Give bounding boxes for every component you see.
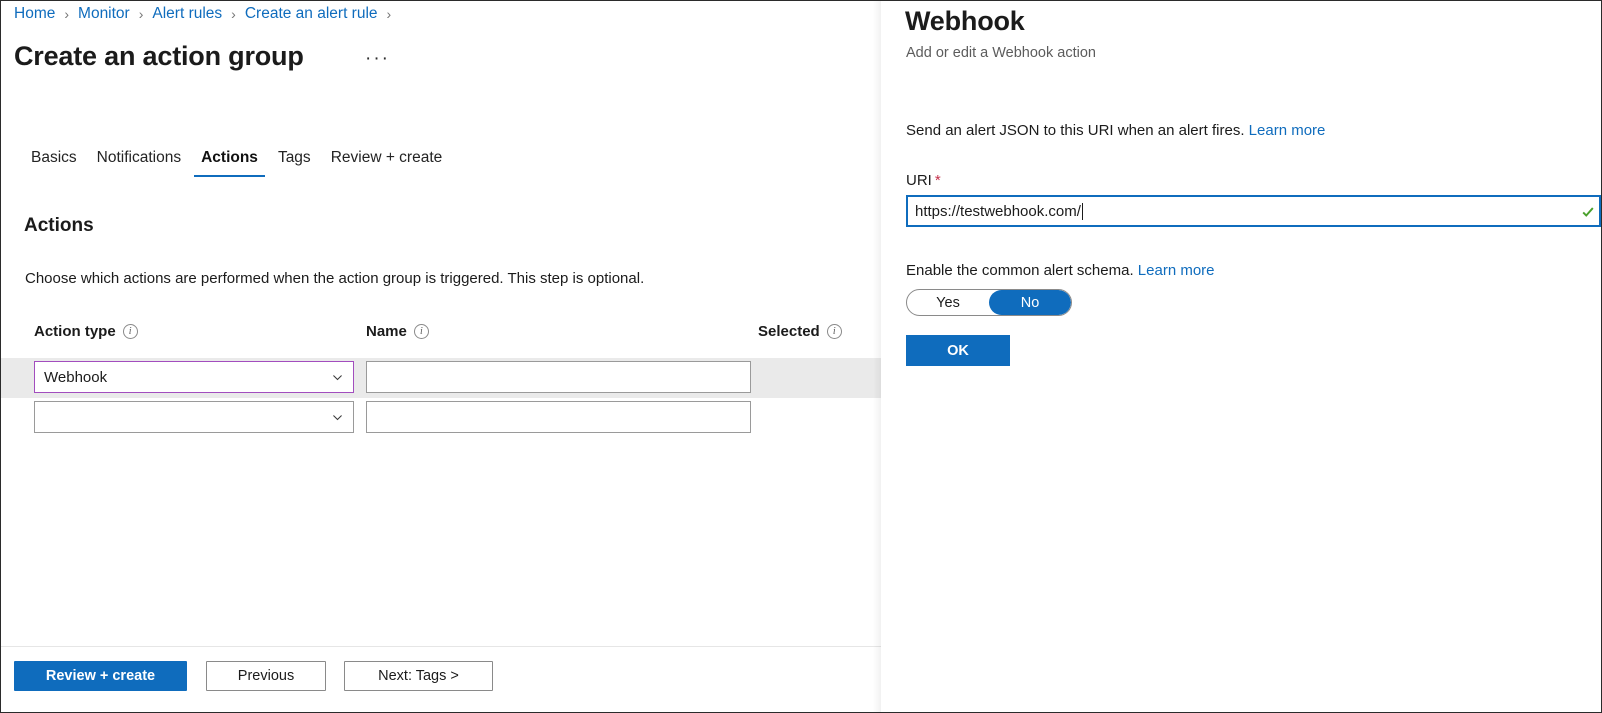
tab-basics[interactable]: Basics [21,145,87,177]
panel-title: Webhook [905,6,1025,36]
breadcrumb-item-home[interactable]: Home [14,5,55,23]
learn-more-link-uri[interactable]: Learn more [1249,122,1326,139]
next-tags-button[interactable]: Next: Tags > [344,661,493,691]
previous-button[interactable]: Previous [206,661,326,691]
panel-description-text: Send an alert JSON to this URI when an a… [906,122,1245,139]
breadcrumb-separator-icon: › [138,6,144,22]
action-type-dropdown-value: Webhook [44,368,108,386]
chevron-down-icon [333,414,342,420]
table-row: Webhook [1,358,881,398]
chevron-down-icon [333,374,342,380]
breadcrumb-item-create-an-alert-rule[interactable]: Create an alert rule [245,5,378,23]
toggle-option-no[interactable]: No [989,290,1071,315]
table-row [1,398,881,438]
info-icon[interactable]: i [122,324,138,339]
breadcrumb-item-monitor[interactable]: Monitor [78,5,130,23]
action-name-input[interactable] [366,361,751,393]
tab-actions[interactable]: Actions [191,145,268,177]
page-title: Create an action group [14,41,304,71]
uri-field-label: URI * [906,172,941,189]
column-header-selected: Selected i [758,323,842,340]
checkmark-icon [1582,207,1594,217]
breadcrumb-separator-icon: › [231,6,236,22]
panel-subtitle: Add or edit a Webhook action [906,45,1096,61]
learn-more-link-schema[interactable]: Learn more [1138,262,1215,279]
uri-input-value: https://testwebhook.com/ [915,202,1081,220]
column-header-action-type: Action type i [34,323,138,340]
create-action-group-pane: Home › Monitor › Alert rules › Create an… [1,1,881,712]
uri-label-text: URI [906,172,932,189]
wizard-tabs: Basics Notifications Actions Tags Review… [21,145,452,177]
common-alert-schema-label: Enable the common alert schema. Learn mo… [906,262,1215,279]
uri-input[interactable]: https://testwebhook.com/ [906,195,1601,227]
webhook-panel: Webhook Add or edit a Webhook action Sen… [881,1,1601,712]
section-description: Choose which actions are performed when … [25,270,645,287]
more-options-icon[interactable]: ··· [365,49,390,68]
action-type-dropdown[interactable] [34,401,354,433]
breadcrumb-separator-icon: › [64,6,70,22]
action-name-input[interactable] [366,401,751,433]
breadcrumb-separator-icon: › [386,6,392,22]
section-heading: Actions [24,215,94,236]
actions-table-header: Action type i Name i Selected i [1,323,881,347]
action-type-dropdown[interactable]: Webhook [34,361,354,393]
breadcrumb-item-alert-rules[interactable]: Alert rules [152,5,222,23]
required-marker: * [934,172,941,189]
common-alert-schema-toggle[interactable]: Yes No [906,289,1072,316]
tab-notifications[interactable]: Notifications [87,145,191,177]
column-header-action-type-label: Action type [34,323,116,340]
info-icon[interactable]: i [413,324,429,339]
ok-button[interactable]: OK [906,335,1010,366]
common-alert-schema-text: Enable the common alert schema. [906,262,1134,279]
tab-review-create[interactable]: Review + create [321,145,453,177]
review-create-button[interactable]: Review + create [14,661,187,691]
info-icon[interactable]: i [826,324,842,339]
column-header-name-label: Name [366,323,407,340]
breadcrumb: Home › Monitor › Alert rules › Create an… [14,5,400,23]
text-cursor [1081,202,1083,220]
actions-table-body: Webhook [1,358,881,438]
wizard-footer: Review + create Previous Next: Tags > [1,647,881,712]
toggle-option-yes[interactable]: Yes [907,290,989,315]
column-header-selected-label: Selected [758,323,820,340]
column-header-name: Name i [366,323,429,340]
app-window: Home › Monitor › Alert rules › Create an… [0,0,1602,713]
panel-description: Send an alert JSON to this URI when an a… [906,122,1325,139]
tab-tags[interactable]: Tags [268,145,321,177]
